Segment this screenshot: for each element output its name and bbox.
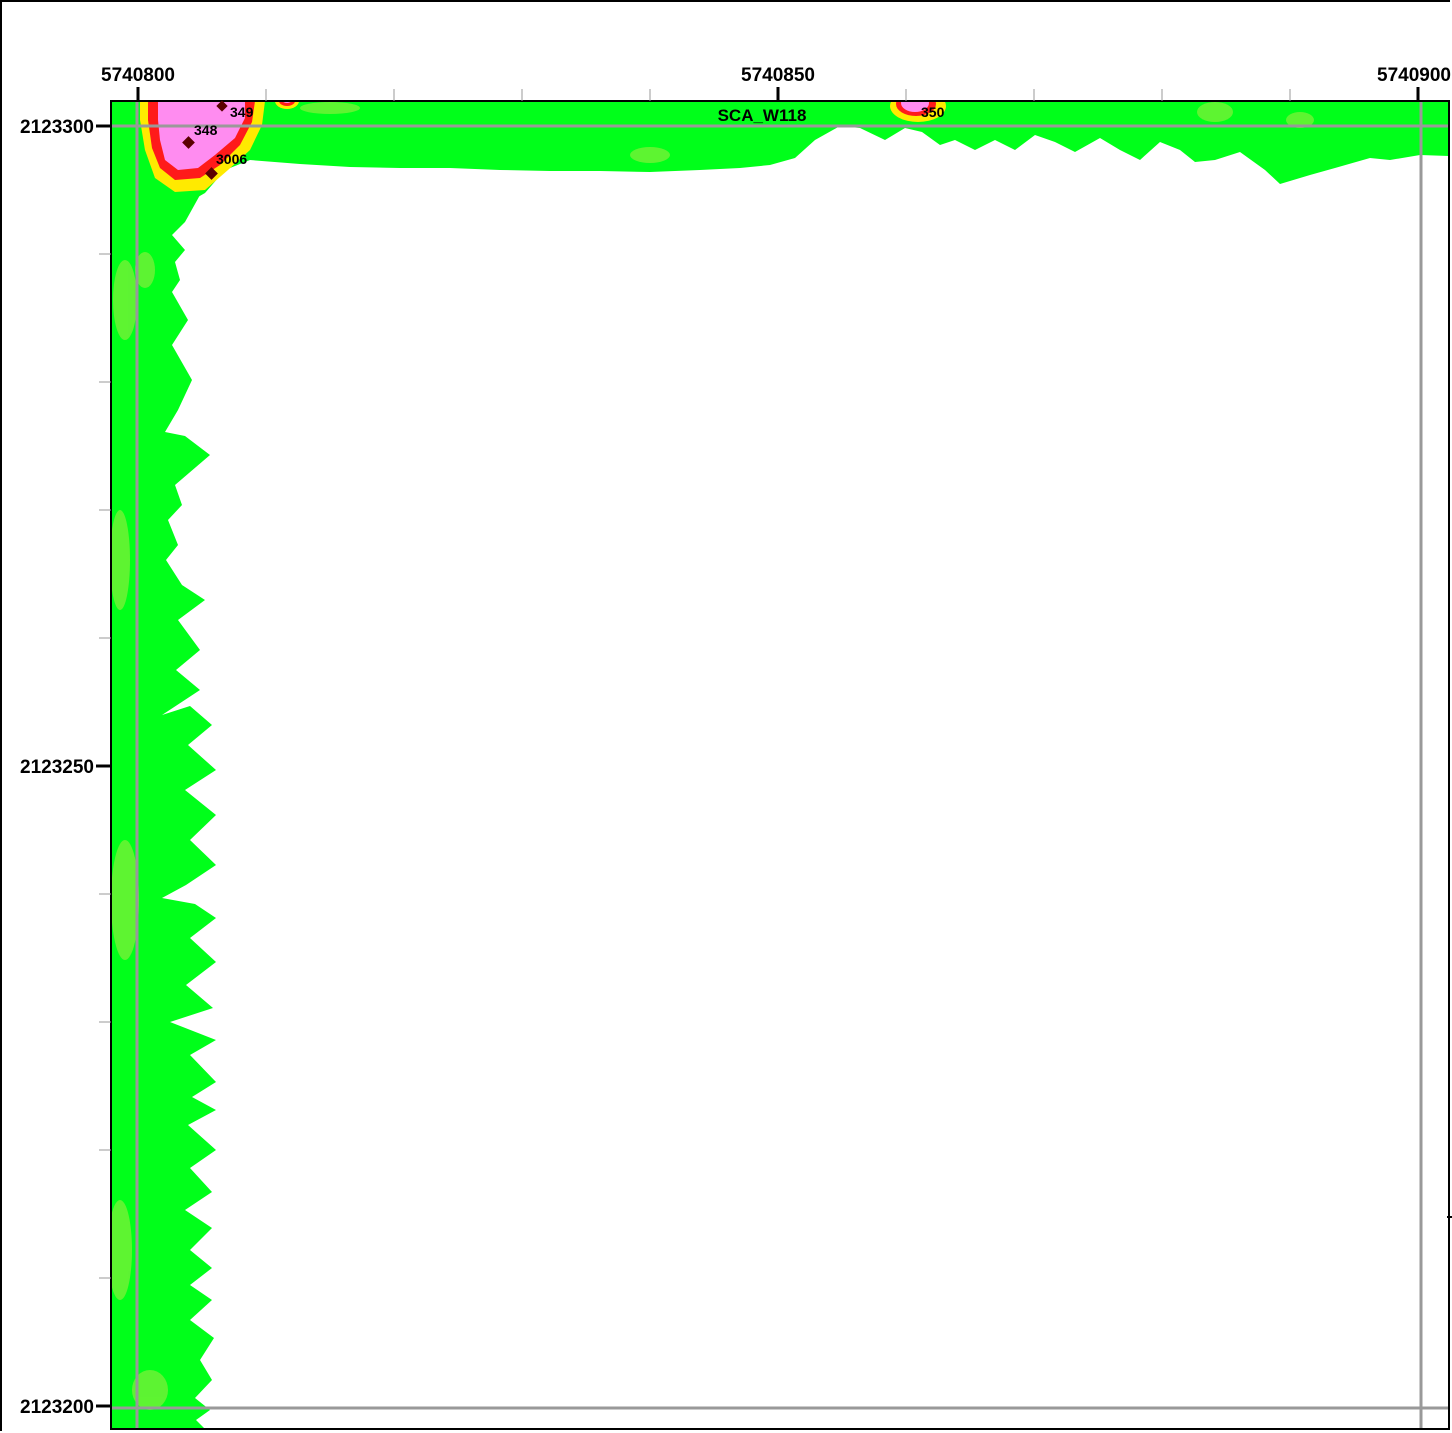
sample-label-349: 349 — [230, 104, 254, 120]
sample-label-348: 348 — [194, 122, 218, 138]
sheet-label: SCA_W118 — [718, 106, 807, 125]
y-tick-label-1: 2123300 — [20, 117, 94, 138]
map-canvas[interactable]: 5740800 5740850 5740900 2123300 2123250 … — [0, 0, 1452, 1433]
x-tick-label-1: 5740800 — [101, 65, 175, 86]
map-frame-background — [111, 101, 1449, 1429]
y-tick-label-2: 2123250 — [20, 757, 94, 778]
sample-label-350: 350 — [921, 104, 945, 120]
sample-label-3006: 3006 — [216, 151, 247, 167]
x-tick-label-2: 5740850 — [741, 65, 815, 86]
y-major-ticks — [96, 124, 111, 1408]
y-tick-label-3: 2123200 — [20, 1397, 94, 1418]
x-tick-label-3: 5740900 — [1377, 65, 1451, 86]
x-major-ticks — [136, 87, 1420, 101]
